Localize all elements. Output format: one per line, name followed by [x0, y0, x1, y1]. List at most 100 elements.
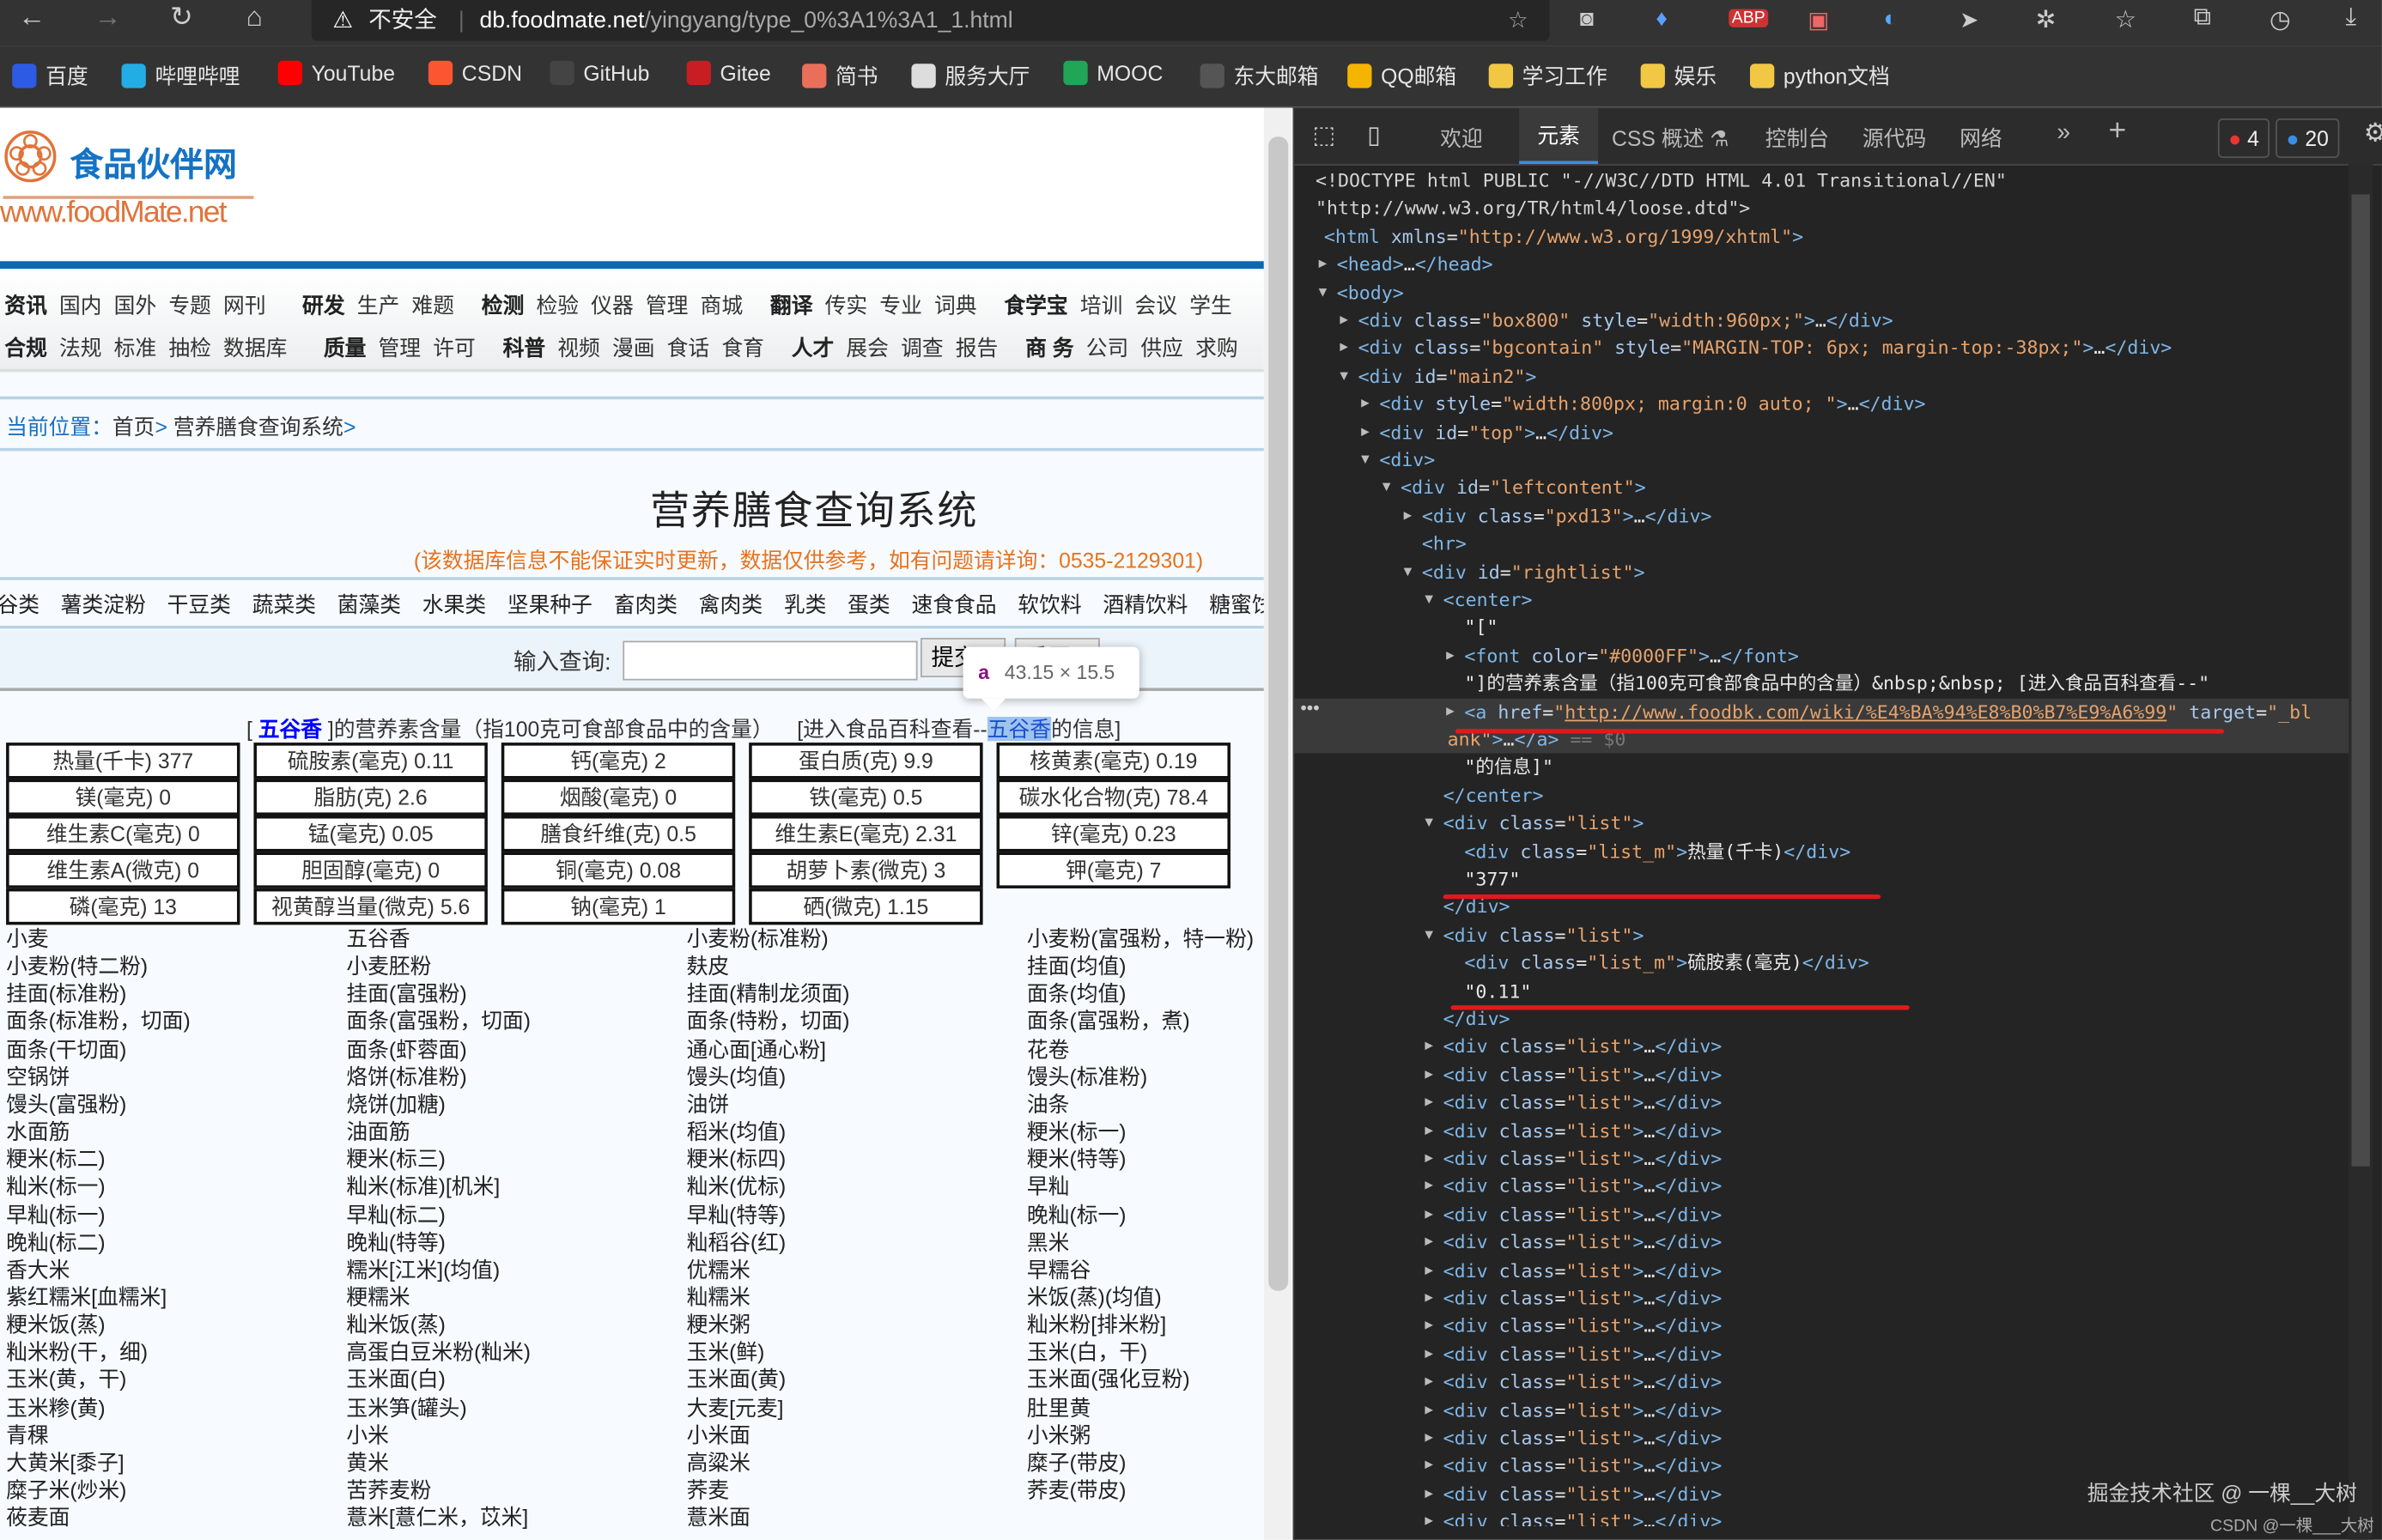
nav-link[interactable]: 培训 [1080, 290, 1123, 320]
adblock-icon[interactable]: ABP [1729, 9, 1769, 27]
food-link[interactable]: 面条(虾蓉面) [346, 1034, 466, 1064]
breadcrumb-home[interactable]: 首页 [112, 415, 155, 439]
food-link[interactable]: 籼米饭(蒸) [346, 1309, 446, 1339]
dom-node-line[interactable]: <div class="list_m">硫胺素(毫克)</div> [1294, 949, 2350, 977]
dom-node-line[interactable]: ▶ <div class="list">…</div> [1294, 1061, 2350, 1088]
expand-arrow-icon[interactable]: ▶ [1425, 1368, 1433, 1396]
bookmark-7[interactable]: 服务大厅 [911, 61, 1030, 91]
bookmark-4[interactable]: GitHub [550, 60, 649, 86]
category-link[interactable]: 薯类淀粉 [61, 589, 146, 619]
collapse-arrow-icon[interactable]: ▼ [1361, 446, 1370, 474]
food-link[interactable]: 粳米(标二) [6, 1143, 106, 1173]
dom-node-line[interactable]: ▼ <div id="leftcontent"> [1294, 475, 2350, 502]
category-link[interactable]: 速食食品 [911, 589, 996, 619]
back-icon[interactable]: ← [18, 2, 46, 33]
food-link[interactable]: 籼米(标准)[机米] [346, 1172, 500, 1202]
food-link[interactable]: 粳米(特等) [1027, 1143, 1127, 1173]
category-link[interactable]: 软饮料 [1018, 589, 1081, 619]
dom-node-line[interactable]: ▼ <center> [1294, 586, 2350, 614]
food-link[interactable]: 小米面 [687, 1420, 750, 1450]
food-link[interactable]: 玉米(鲜) [687, 1337, 765, 1367]
food-link[interactable]: 高粱米 [687, 1447, 750, 1477]
food-link[interactable]: 油饼 [687, 1088, 730, 1119]
nav-link[interactable]: 检测 [482, 290, 525, 320]
food-link[interactable]: 通心面[通心粉] [687, 1034, 826, 1064]
food-link[interactable]: 五谷香 [346, 924, 410, 954]
food-link[interactable]: 籼米粉[排米粉] [1027, 1309, 1166, 1339]
food-link[interactable]: 大黄米[黍子] [6, 1447, 125, 1477]
food-link[interactable]: 粳糯米 [346, 1282, 410, 1312]
dom-node-line[interactable]: "的信息]" [1294, 754, 2350, 781]
food-link[interactable]: 粳米(标四) [687, 1143, 787, 1173]
food-link[interactable]: 早籼 [1027, 1172, 1070, 1202]
food-link[interactable]: 面条(标准粉，切面) [6, 1006, 191, 1036]
history-icon[interactable]: ◷ [2270, 4, 2291, 34]
nav-link[interactable]: 供应 [1140, 332, 1183, 362]
nav-link[interactable]: 仪器 [591, 290, 634, 320]
food-link[interactable]: 粳米(标一) [1027, 1116, 1127, 1146]
nav-link[interactable]: 研发 [302, 290, 345, 320]
error-badge[interactable]: ● 4 [2217, 118, 2270, 158]
forward-icon[interactable]: → [94, 2, 122, 33]
food-link[interactable]: 糜子米(炒米) [6, 1475, 126, 1505]
nav-link[interactable]: 报告 [956, 332, 999, 362]
collapse-arrow-icon[interactable]: ▼ [1425, 809, 1433, 837]
collapse-arrow-icon[interactable]: ▼ [1425, 586, 1433, 614]
food-link[interactable]: 早糯谷 [1027, 1254, 1091, 1284]
food-link[interactable]: 玉米面(强化豆粉) [1027, 1364, 1190, 1394]
category-link[interactable]: 菌藻类 [337, 589, 401, 619]
nav-link[interactable]: 食育 [721, 332, 764, 362]
nav-link[interactable]: 食话 [667, 332, 710, 362]
category-link[interactable]: 蛋类 [848, 589, 890, 619]
food-link[interactable]: 玉米(白，干) [1027, 1337, 1147, 1367]
bookmark-12[interactable]: 娱乐 [1640, 61, 1717, 91]
food-link[interactable]: 黄米 [346, 1447, 389, 1477]
nav-link[interactable]: 专题 [168, 290, 211, 320]
tab-console[interactable]: 控制台 [1765, 123, 1829, 153]
tab-css-overview[interactable]: CSS 概述 ⚗ [1612, 123, 1729, 153]
dom-node-line[interactable]: ▶ <div class="list">…</div> [1294, 1508, 2350, 1526]
extension-icon[interactable]: ▣ [1808, 6, 1829, 33]
dom-node-line[interactable]: ▼ <div class="list"> [1294, 809, 2350, 837]
bookmark-8[interactable]: MOOC [1063, 60, 1163, 86]
food-link[interactable]: 挂面(均值) [1027, 951, 1127, 981]
category-link[interactable]: 乳类 [784, 589, 827, 619]
food-wiki-link[interactable]: 五谷香 [987, 717, 1052, 742]
nav-link[interactable]: 许可 [433, 332, 476, 362]
dom-node-line[interactable]: <div class="list_m">热量(千卡)</div> [1294, 838, 2350, 865]
nav-link[interactable]: 网刊 [223, 290, 266, 320]
nav-link[interactable]: 检验 [536, 290, 579, 320]
food-link[interactable]: 麸皮 [687, 951, 730, 981]
page-scrollbar-thumb[interactable] [1268, 136, 1289, 1291]
food-link[interactable]: 青稞 [6, 1420, 49, 1450]
inspect-element-icon[interactable]: ⬚ [1313, 120, 1336, 150]
expand-arrow-icon[interactable]: ▶ [1425, 1145, 1433, 1173]
food-link[interactable]: 小米 [346, 1420, 389, 1450]
address-bar[interactable]: ⚠ 不安全 | db.foodmate.net/yingyang/type_0%3… [311, 0, 1550, 41]
food-link[interactable]: 荞麦(带皮) [1027, 1475, 1127, 1505]
dom-node-line[interactable]: <html xmlns="http://www.w3.org/1999/xhtm… [1294, 223, 2350, 251]
food-link[interactable]: 小麦胚粉 [346, 951, 431, 981]
bookmark-5[interactable]: Gitee [686, 60, 771, 86]
food-link[interactable]: 小麦粉(特二粉) [6, 951, 148, 981]
food-link[interactable]: 籼米(优标) [687, 1172, 787, 1202]
expand-arrow-icon[interactable]: ▶ [1425, 1089, 1433, 1117]
food-link[interactable]: 烧饼(加糖) [346, 1088, 446, 1119]
bookmark-1[interactable]: 哔哩哔哩 [121, 61, 240, 91]
extensions-icon[interactable]: ✲ [2036, 4, 2057, 34]
nav-link[interactable]: 合规 [4, 332, 47, 362]
category-link[interactable]: 坚果种子 [507, 589, 592, 619]
nav-link[interactable]: 视频 [557, 332, 600, 362]
dom-node-line[interactable]: ▶ <div class="pxd13">…</div> [1294, 502, 2350, 530]
category-link[interactable]: 干豆类 [167, 589, 231, 619]
food-link[interactable]: 油条 [1027, 1088, 1070, 1119]
more-options-icon[interactable]: ••• [1300, 697, 1319, 718]
food-link[interactable]: 早籼(特等) [687, 1199, 787, 1229]
expand-arrow-icon[interactable]: ▶ [1425, 1341, 1433, 1368]
download-icon[interactable]: ⤓ [2345, 4, 2356, 32]
dom-node-line[interactable]: ▶ <div class="bgcontain" style="MARGIN-TO… [1294, 335, 2350, 362]
food-link[interactable]: 小麦粉(富强粉，特一粉) [1027, 924, 1254, 954]
dom-node-line[interactable]: ▶ <a href="http://www.foodbk.com/wiki/%E4… [1294, 698, 2350, 725]
dom-node-line[interactable]: ▼ <div id="rightlist"> [1294, 558, 2350, 585]
food-link[interactable]: 早籼(标一) [6, 1199, 106, 1229]
